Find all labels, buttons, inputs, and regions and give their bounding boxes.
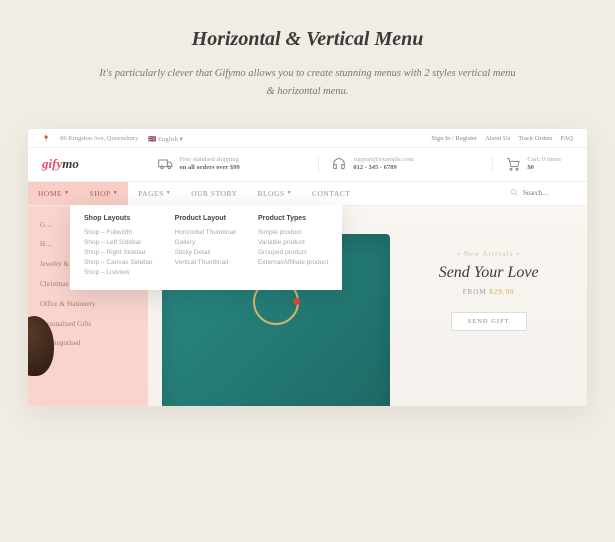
mega-item[interactable]: Simple product bbox=[258, 228, 328, 238]
main-nav: HOME▼ SHOP▼ PAGES▼ OUR STORY BLOGS▼ CONT… bbox=[28, 181, 587, 206]
cart-icon bbox=[505, 156, 521, 172]
address-text: 86 Kingston Ave, Queensbury bbox=[60, 135, 138, 142]
mega-menu: Shop Layouts Shop – Fullwidth Shop – Lef… bbox=[70, 205, 342, 290]
track-link[interactable]: Track Orders bbox=[518, 135, 552, 142]
location-icon: 📍 bbox=[42, 135, 50, 143]
mega-item[interactable]: Shop – Right Sidebar bbox=[84, 248, 153, 258]
nav-blogs[interactable]: BLOGS▼ bbox=[247, 182, 302, 205]
browser-mockup: 📍 86 Kingston Ave, Queensbury 🇬🇧 English… bbox=[28, 129, 587, 406]
search-icon bbox=[510, 188, 519, 199]
nav-contact[interactable]: CONTACT bbox=[302, 182, 360, 205]
infobar: gifymo Free standard shipping on all ord… bbox=[28, 148, 587, 181]
mega-heading: Product Layout bbox=[175, 215, 236, 222]
nav-shop[interactable]: SHOP▼ bbox=[80, 182, 129, 205]
mega-item[interactable]: Shop – Canvas Sidebar bbox=[84, 258, 153, 268]
mega-col-product-layout: Product Layout Horizontal Thumbnail Gall… bbox=[175, 215, 236, 278]
mega-item[interactable]: Sticky Detail bbox=[175, 248, 236, 258]
hero-title: Send Your Love bbox=[400, 264, 577, 282]
search-input[interactable] bbox=[523, 189, 573, 197]
nav-pages[interactable]: PAGES▼ bbox=[128, 182, 181, 205]
mega-item[interactable]: Grouped product bbox=[258, 248, 328, 258]
mega-heading: Shop Layouts bbox=[84, 215, 153, 222]
mega-item[interactable]: Shop – Left Sidebar bbox=[84, 238, 153, 248]
topbar: 📍 86 Kingston Ave, Queensbury 🇬🇧 English… bbox=[28, 129, 587, 148]
signin-link[interactable]: Sign In / Register bbox=[431, 135, 477, 142]
mega-item[interactable]: Vertical Thumbnail bbox=[175, 258, 236, 268]
mega-col-product-types: Product Types Simple product Variable pr… bbox=[258, 215, 328, 278]
language-selector[interactable]: 🇬🇧 English ▾ bbox=[148, 135, 182, 143]
mega-item[interactable]: External/Affiliate product bbox=[258, 258, 328, 268]
send-gift-button[interactable]: SEND GIFT bbox=[451, 312, 527, 331]
cart-info[interactable]: Cart: 0 items $0 bbox=[492, 156, 573, 173]
hero-price: FROM $29.90 bbox=[400, 288, 577, 296]
page-headline: Horizontal & Vertical Menu bbox=[0, 28, 615, 51]
mega-item[interactable]: Shop – Fullwidth bbox=[84, 228, 153, 238]
page-subhead: It's particularly clever that Gifymo all… bbox=[98, 65, 518, 101]
mega-item[interactable]: Shop – Listview bbox=[84, 268, 153, 278]
mega-heading: Product Types bbox=[258, 215, 328, 222]
search-area[interactable] bbox=[510, 188, 587, 199]
logo[interactable]: gifymo bbox=[42, 156, 79, 172]
mega-item[interactable]: Variable product bbox=[258, 238, 328, 248]
mega-col-layouts: Shop Layouts Shop – Fullwidth Shop – Lef… bbox=[84, 215, 153, 278]
truck-icon bbox=[158, 156, 174, 172]
faq-link[interactable]: FAQ bbox=[560, 135, 573, 142]
shipping-info: Free standard shipping on all orders ove… bbox=[146, 156, 252, 173]
hero-eyebrow: « New Arrivals » bbox=[400, 250, 577, 258]
mega-item[interactable]: Gallery bbox=[175, 238, 236, 248]
about-link[interactable]: About Us bbox=[485, 135, 510, 142]
support-info: support@example.com 012 - 345 - 6789 bbox=[318, 156, 425, 173]
sidebar-item[interactable]: Office & Stationery bbox=[28, 295, 148, 315]
nav-home[interactable]: HOME▼ bbox=[28, 182, 80, 205]
mega-item[interactable]: Horizontal Thumbnail bbox=[175, 228, 236, 238]
nav-story[interactable]: OUR STORY bbox=[181, 182, 247, 205]
headset-icon bbox=[331, 156, 347, 172]
